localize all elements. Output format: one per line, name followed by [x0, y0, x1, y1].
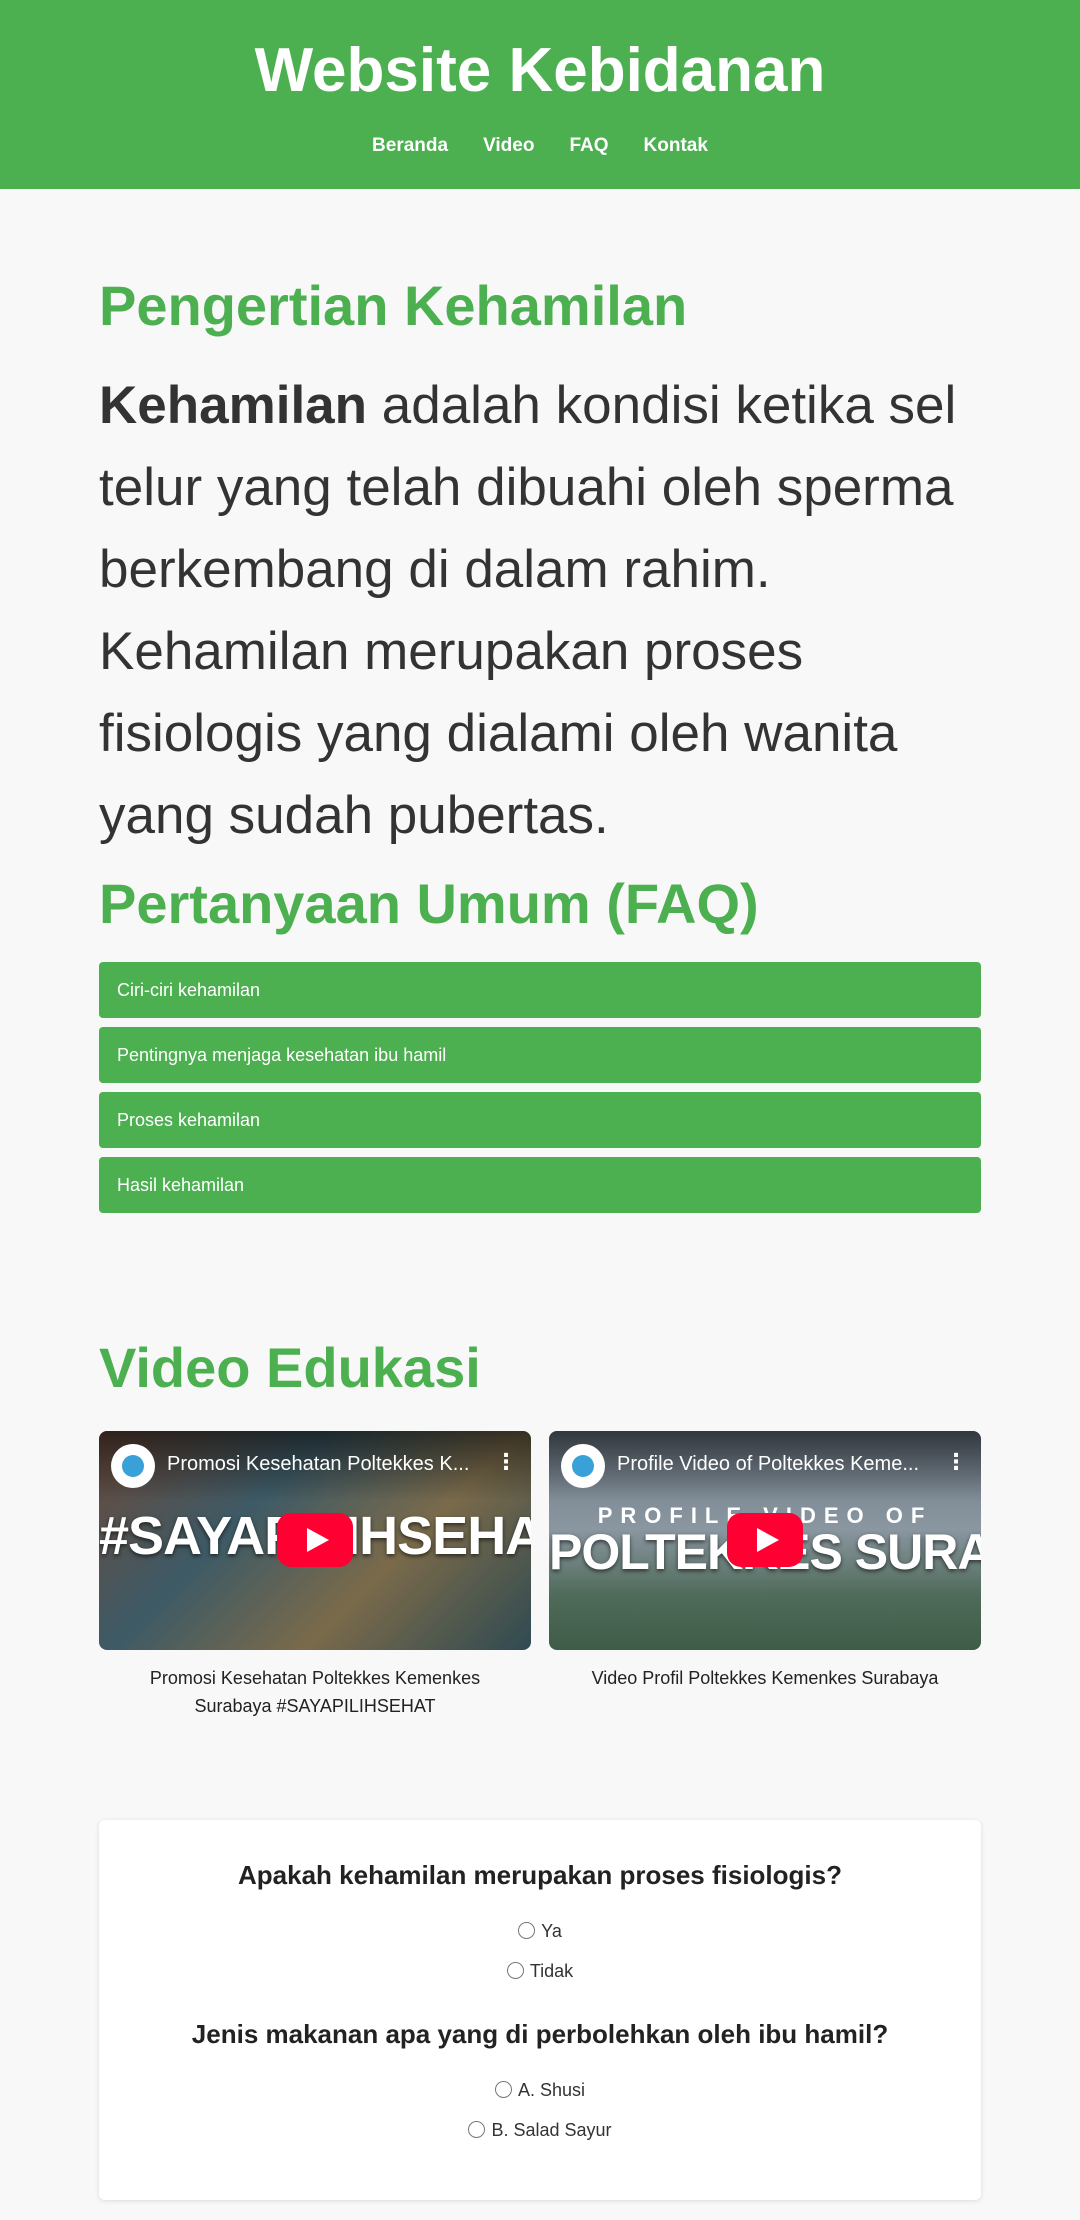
video-section: Video Edukasi Promosi Kesehatan Poltekke…	[99, 1337, 981, 1720]
play-button-icon[interactable]	[277, 1513, 353, 1568]
pengertian-text: Kehamilan adalah kondisi ketika sel telu…	[99, 365, 981, 857]
option-label: Ya	[541, 1920, 562, 1941]
option-label: A. Shusi	[517, 2079, 586, 2100]
quiz-option[interactable]: Tidak	[99, 1951, 981, 1991]
channel-avatar[interactable]	[561, 1443, 605, 1488]
video-caption-promosi: Promosi Kesehatan Poltekkes Kemenkes Sur…	[149, 1667, 481, 1716]
more-options-icon[interactable]: ⋮	[495, 1450, 517, 1473]
quiz-question-1: Apakah kehamilan merupakan proses fisiol…	[238, 1859, 842, 1890]
video-player-profil[interactable]: Profile Video of Poltekkes Keme... ⋮ PRO…	[549, 1430, 981, 1650]
nav-video[interactable]: Video	[483, 135, 534, 157]
radio-button[interactable]	[518, 1921, 536, 1939]
player-title[interactable]: Promosi Kesehatan Poltekkes K...	[167, 1453, 487, 1476]
pengertian-body: adalah kondisi ketika sel telur yang tel…	[99, 375, 957, 845]
video-player-promosi[interactable]: Promosi Kesehatan Poltekkes K... ⋮ #SAYA…	[99, 1430, 531, 1650]
video-title: Video Edukasi	[99, 1336, 481, 1400]
pengertian-bold-word: Kehamilan	[99, 375, 368, 435]
quiz-option[interactable]: A. Shusi	[99, 2070, 981, 2110]
faq-item-ciri-ciri[interactable]: Ciri-ciri kehamilan	[99, 962, 981, 1019]
video-card-profil: Profile Video of Poltekkes Keme... ⋮ PRO…	[549, 1430, 981, 1720]
player-title[interactable]: Profile Video of Poltekkes Keme...	[617, 1453, 937, 1476]
faq-item-proses[interactable]: Proses kehamilan	[99, 1092, 981, 1149]
video-caption-profil: Video Profil Poltekkes Kemenkes Surabaya	[591, 1667, 939, 1688]
channel-logo-icon	[572, 1454, 594, 1477]
video-grid: Promosi Kesehatan Poltekkes K... ⋮ #SAYA…	[99, 1430, 981, 1720]
option-label: B. Salad Sayur	[491, 2119, 612, 2140]
main-nav: Beranda Video FAQ Kontak	[0, 135, 1080, 157]
quiz-options-1: Ya Tidak	[99, 1911, 981, 1991]
quiz-question-2: Jenis makanan apa yang di perbolehkan ol…	[191, 2018, 889, 2049]
video-card-promosi: Promosi Kesehatan Poltekkes K... ⋮ #SAYA…	[99, 1430, 531, 1720]
radio-button[interactable]	[494, 2080, 512, 2098]
faq-list: Ciri-ciri kehamilan Pentingnya menjaga k…	[99, 962, 981, 1214]
faq-item-pentingnya[interactable]: Pentingnya menjaga kesehatan ibu hamil	[99, 1027, 981, 1084]
radio-button[interactable]	[468, 2120, 486, 2138]
site-title: Website Kebidanan	[254, 36, 826, 105]
quiz-options-2: A. Shusi B. Salad Sayur	[99, 2070, 981, 2150]
option-label: Tidak	[529, 1960, 574, 1981]
quiz-option[interactable]: Ya	[99, 1911, 981, 1951]
main-content: Pengertian Kehamilan Kehamilan adalah ko…	[99, 275, 981, 2200]
channel-logo-icon	[122, 1454, 144, 1477]
site-header: Website Kebidanan Beranda Video FAQ Kont…	[0, 0, 1080, 189]
faq-title: Pertanyaan Umum (FAQ)	[99, 871, 759, 935]
channel-avatar[interactable]	[111, 1443, 155, 1488]
faq-section: Pertanyaan Umum (FAQ) Ciri-ciri kehamila…	[99, 871, 981, 1214]
faq-item-hasil[interactable]: Hasil kehamilan	[99, 1157, 981, 1214]
nav-kontak[interactable]: Kontak	[644, 135, 708, 157]
quiz-option[interactable]: B. Salad Sayur	[99, 2110, 981, 2150]
pengertian-section: Pengertian Kehamilan Kehamilan adalah ko…	[99, 275, 981, 857]
nav-beranda[interactable]: Beranda	[372, 135, 448, 157]
radio-button[interactable]	[506, 1961, 524, 1979]
play-button-icon[interactable]	[727, 1513, 803, 1568]
more-options-icon[interactable]: ⋮	[945, 1450, 967, 1473]
nav-faq[interactable]: FAQ	[569, 135, 608, 157]
pengertian-title: Pengertian Kehamilan	[99, 274, 688, 337]
quiz-card: Apakah kehamilan merupakan proses fisiol…	[99, 1819, 981, 2200]
